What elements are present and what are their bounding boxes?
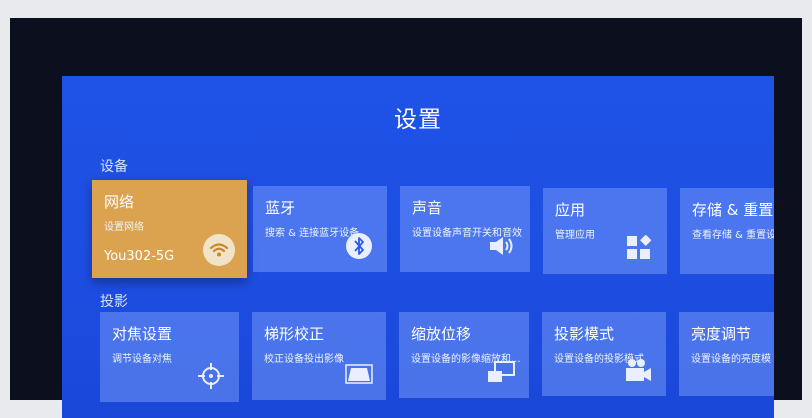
card-storage-reset[interactable]: 存储 & 重置 查看存储 & 重置设	[680, 188, 774, 274]
card-bluetooth[interactable]: 蓝牙 搜索 & 连接蓝牙设备	[253, 186, 387, 272]
section-label-projection: 投影	[100, 294, 128, 310]
projector-icon	[622, 354, 654, 386]
projector-frame: 设置 设备 网络 设置网络 You302-5G 蓝牙 搜索 & 连接蓝牙设备 声…	[10, 18, 802, 418]
card-sound[interactable]: 声音 设置设备声音开关和音效	[400, 186, 530, 272]
card-title: 投影模式	[554, 325, 615, 343]
card-keystone[interactable]: 梯形校正 校正设备投出影像	[252, 312, 386, 400]
page-title: 设置	[394, 107, 442, 133]
card-title: 网络	[104, 193, 135, 211]
apps-icon	[623, 232, 655, 264]
card-title: 对焦设置	[112, 325, 173, 343]
speaker-icon	[486, 230, 518, 262]
card-title: 亮度调节	[691, 325, 752, 343]
card-subtitle: 查看存储 & 重置设	[692, 230, 774, 241]
card-title: 缩放位移	[411, 325, 472, 343]
wifi-icon	[203, 234, 235, 266]
card-projection-mode[interactable]: 投影模式 设置设备的投影模式	[542, 312, 666, 396]
card-title: 应用	[555, 201, 586, 219]
wifi-ssid: You302-5G	[104, 249, 175, 264]
card-brightness[interactable]: 亮度调节 设置设备的亮度模	[679, 312, 774, 396]
card-zoom-shift[interactable]: 缩放位移 设置设备的影像缩放和...	[399, 312, 529, 398]
card-focus[interactable]: 对焦设置 调节设备对焦	[100, 312, 239, 402]
card-network[interactable]: 网络 设置网络 You302-5G	[92, 180, 247, 278]
section-label-device: 设备	[100, 159, 128, 175]
focus-crosshair-icon	[195, 360, 227, 392]
card-title: 声音	[412, 199, 443, 217]
card-title: 存储 & 重置	[692, 201, 774, 219]
card-apps[interactable]: 应用 管理应用	[543, 188, 667, 274]
keystone-icon	[344, 358, 374, 390]
settings-screen: 设置 设备 网络 设置网络 You302-5G 蓝牙 搜索 & 连接蓝牙设备 声…	[62, 76, 774, 418]
card-subtitle: 设置网络	[104, 222, 144, 233]
card-title: 蓝牙	[265, 199, 296, 217]
zoom-shift-icon	[485, 356, 517, 388]
card-title: 梯形校正	[264, 325, 325, 343]
card-subtitle: 设置设备的亮度模	[691, 354, 771, 365]
bluetooth-icon	[343, 230, 375, 262]
